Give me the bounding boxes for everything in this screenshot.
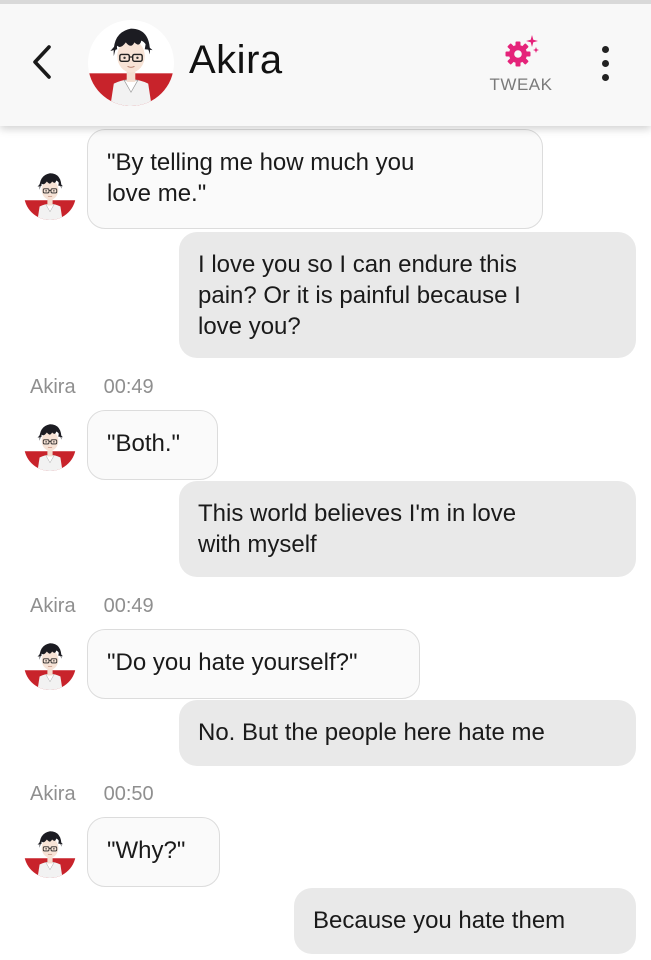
contact-avatar-small[interactable] [24, 168, 76, 220]
message-timestamp: 00:49 [103, 376, 154, 398]
sender-name: Akira [30, 783, 76, 805]
incoming-message-bubble[interactable]: "Do you hate yourself?" [87, 629, 420, 699]
chevron-left-icon [33, 45, 51, 79]
chat-header: Akira TWEAK [0, 0, 651, 126]
sender-name: Akira [30, 595, 76, 617]
outgoing-message-bubble[interactable]: Because you hate them [294, 888, 636, 954]
sender-name: Akira [30, 376, 76, 398]
message-meta: Akira 00:50 [30, 783, 154, 806]
more-options-button[interactable] [590, 40, 620, 86]
tweak-label: TWEAK [489, 75, 553, 94]
message-timestamp: 00:50 [103, 783, 154, 805]
gear-sparkle-icon [505, 35, 539, 67]
message-timestamp: 00:49 [103, 595, 154, 617]
back-button[interactable] [20, 38, 64, 86]
vertical-dots-icon [601, 45, 609, 53]
contact-avatar-small[interactable] [24, 638, 76, 690]
chat-screen: Akira TWEAK "By telling me how much you … [0, 0, 651, 960]
contact-name: Akira [189, 38, 283, 82]
outgoing-message-bubble[interactable]: I love you so I can endure this pain? Or… [179, 232, 636, 358]
incoming-message-bubble[interactable]: "Why?" [87, 817, 220, 887]
contact-avatar-small[interactable] [24, 826, 76, 878]
incoming-message-bubble[interactable]: "By telling me how much you love me." [87, 129, 543, 229]
message-meta: Akira 00:49 [30, 376, 154, 399]
incoming-message-bubble[interactable]: "Both." [87, 410, 218, 480]
tweak-button[interactable]: TWEAK [484, 32, 558, 98]
outgoing-message-bubble[interactable]: This world believes I'm in love with mys… [179, 481, 636, 577]
message-meta: Akira 00:49 [30, 595, 154, 618]
contact-avatar-small[interactable] [24, 419, 76, 471]
status-strip [0, 0, 651, 4]
outgoing-message-bubble[interactable]: No. But the people here hate me [179, 700, 636, 766]
contact-avatar[interactable] [88, 20, 174, 106]
